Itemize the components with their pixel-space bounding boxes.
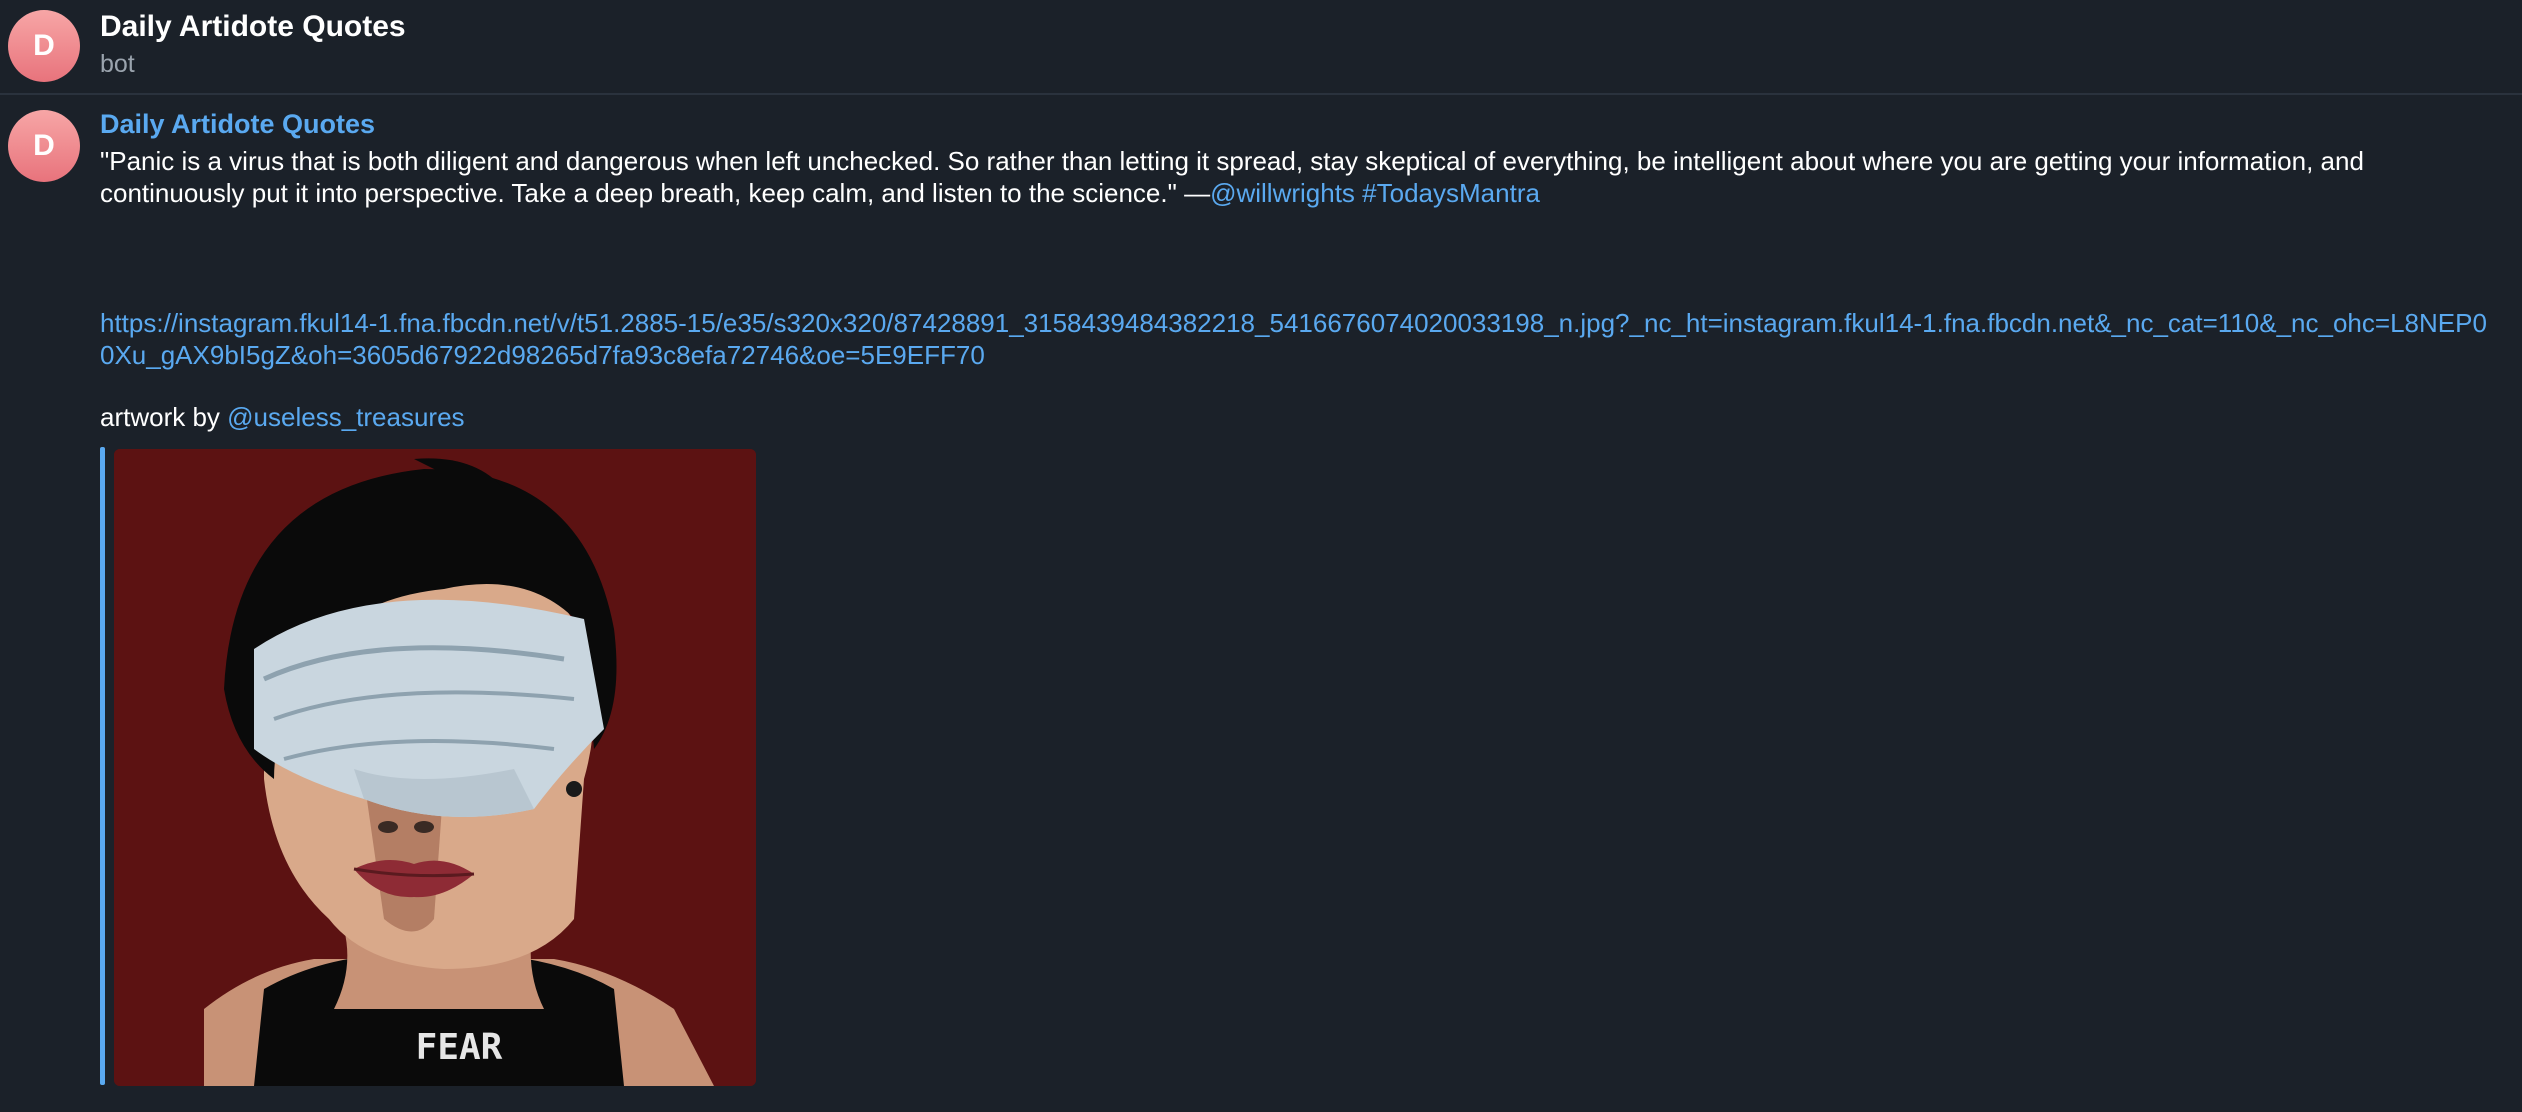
preview-accent-bar <box>100 447 105 1085</box>
mention-link[interactable]: @willwrights <box>1210 178 1355 208</box>
chat-title[interactable]: Daily Artidote Quotes <box>100 10 406 44</box>
shirt-text: FEAR <box>416 1027 503 1068</box>
hashtag-link[interactable]: #TodaysMantra <box>1362 178 1540 208</box>
message: D Daily Artidote Quotes "Panic is a viru… <box>0 95 2522 1112</box>
image-url-link[interactable]: https://instagram.fkul14-1.fna.fbcdn.net… <box>100 307 2500 371</box>
artwork-mention-link[interactable]: @useless_treasures <box>227 402 464 432</box>
message-text: "Panic is a virus that is both diligent … <box>100 145 2500 209</box>
artwork-credit: artwork by @useless_treasures <box>100 401 465 433</box>
sender-name[interactable]: Daily Artidote Quotes <box>100 109 375 140</box>
artwork-prefix: artwork by <box>100 402 228 432</box>
chat-header: D Daily Artidote Quotes bot <box>0 0 2522 95</box>
chat-subtitle: bot <box>100 50 135 78</box>
sender-avatar[interactable]: D <box>8 110 80 182</box>
link-preview-image[interactable]: FEAR <box>114 449 756 1086</box>
chat-avatar[interactable]: D <box>8 10 80 82</box>
